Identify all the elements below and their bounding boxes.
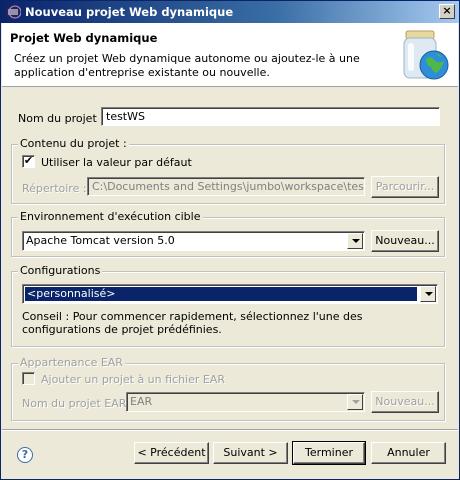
close-button[interactable]: × bbox=[439, 4, 455, 19]
project-name-label: Nom du projet : bbox=[18, 112, 104, 125]
use-default-label: Utiliser la valeur par défaut bbox=[41, 156, 192, 169]
finish-button[interactable]: Terminer bbox=[292, 441, 366, 465]
ear-project-value: EAR bbox=[130, 395, 153, 408]
window-title: Nouveau projet Web dynamique bbox=[25, 5, 234, 19]
project-name-input[interactable]: testWS bbox=[101, 107, 440, 126]
next-button[interactable]: Suivant > bbox=[213, 442, 288, 464]
browse-button[interactable]: Parcourir... bbox=[371, 176, 439, 198]
cancel-button[interactable]: Annuler bbox=[371, 442, 446, 464]
chevron-down-icon[interactable] bbox=[420, 286, 436, 302]
add-to-ear-checkbox[interactable] bbox=[22, 372, 35, 385]
wizard-header: Projet Web dynamique Créez un projet Web… bbox=[2, 23, 458, 87]
chevron-down-icon[interactable] bbox=[347, 394, 363, 410]
configurations-title: Configurations bbox=[18, 264, 103, 278]
ear-project-name-label: Nom du projet EAR : bbox=[22, 397, 134, 410]
configurations-select[interactable]: <personnalisé> bbox=[22, 284, 438, 304]
add-to-ear-label: Ajouter un projet à un fichier EAR bbox=[41, 373, 226, 386]
page-description: Créez un projet Web dynamique autonome o… bbox=[14, 52, 360, 79]
web-project-jar-icon bbox=[403, 30, 449, 80]
close-icon: × bbox=[442, 4, 452, 17]
new-runtime-button[interactable]: Nouveau... bbox=[371, 230, 439, 252]
target-runtime-value: Apache Tomcat version 5.0 bbox=[26, 234, 175, 247]
title-bar[interactable]: Nouveau projet Web dynamique × bbox=[1, 1, 459, 23]
chevron-down-icon[interactable] bbox=[347, 233, 363, 249]
eclipse-app-icon bbox=[6, 5, 21, 19]
back-button[interactable]: < Précédent bbox=[134, 442, 209, 464]
ear-membership-title: Appartenance EAR bbox=[18, 356, 125, 370]
checkmark-icon: ✔ bbox=[23, 154, 34, 167]
use-default-checkbox[interactable]: ✔ bbox=[22, 155, 35, 168]
project-contents-title: Contenu du projet : bbox=[18, 137, 129, 151]
new-ear-button[interactable]: Nouveau... bbox=[371, 391, 439, 413]
configurations-hint: Conseil : Pour commencer rapidement, sél… bbox=[22, 310, 363, 336]
page-title: Projet Web dynamique bbox=[10, 31, 158, 45]
directory-label: Répertoire : bbox=[22, 182, 87, 195]
help-icon[interactable]: ? bbox=[17, 447, 33, 463]
footer-separator bbox=[2, 429, 458, 431]
target-runtime-title: Environnement d'exécution cible bbox=[18, 210, 203, 224]
configurations-value: <personnalisé> bbox=[25, 287, 417, 301]
ear-project-select[interactable]: EAR bbox=[126, 392, 365, 412]
directory-input[interactable]: C:\Documents and Settings\jumbo\workspac… bbox=[87, 177, 365, 196]
target-runtime-select[interactable]: Apache Tomcat version 5.0 bbox=[22, 231, 365, 251]
dialog-window: Nouveau projet Web dynamique × Projet We… bbox=[0, 0, 460, 480]
